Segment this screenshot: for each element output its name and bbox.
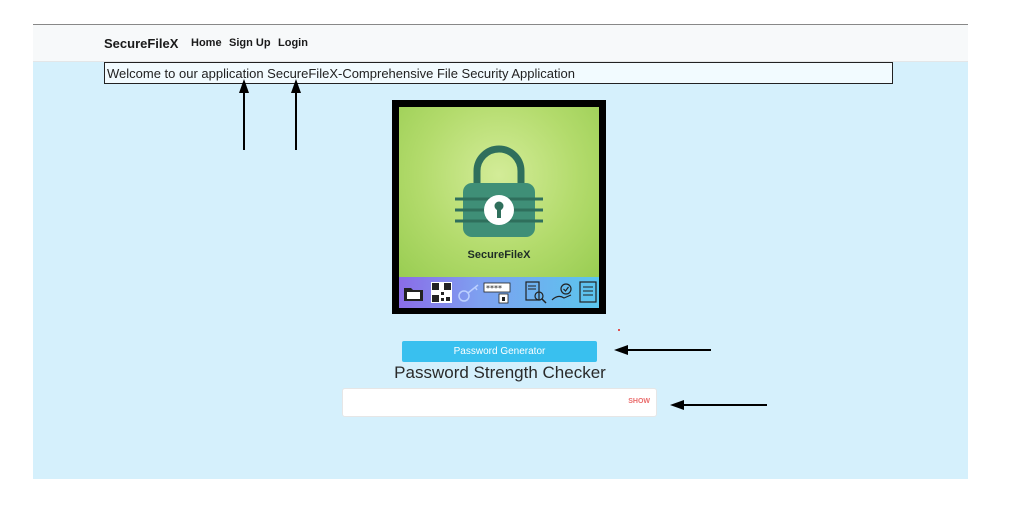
show-password-toggle[interactable]: SHOW xyxy=(628,398,650,405)
password-field: SHOW xyxy=(342,388,657,417)
secure-hand-icon xyxy=(551,283,572,301)
folder-icon xyxy=(404,288,423,301)
app-logo-image: SecureFileX **** xyxy=(392,100,606,314)
nav-signup-link[interactable]: Sign Up xyxy=(229,37,271,49)
logo-caption: SecureFileX xyxy=(467,249,531,261)
document-icon xyxy=(579,281,597,303)
stray-dot xyxy=(618,329,620,331)
app-viewport: SecureFileX Home Sign Up Login Welcome t… xyxy=(33,25,968,479)
welcome-banner: Welcome to our application SecureFileX-C… xyxy=(104,62,893,84)
nav-login-link[interactable]: Login xyxy=(278,37,308,49)
padlock-icon xyxy=(455,145,543,237)
password-icon: **** xyxy=(483,282,511,304)
document-search-icon xyxy=(525,281,547,304)
navbar: SecureFileX Home Sign Up Login xyxy=(33,25,968,62)
password-input[interactable] xyxy=(347,393,626,415)
key-icon xyxy=(458,284,479,302)
nav-home-link[interactable]: Home xyxy=(191,37,222,49)
logo-icon-strip: **** xyxy=(399,277,599,308)
logo-background: SecureFileX xyxy=(399,107,599,277)
qr-code-icon xyxy=(431,282,452,303)
brand-logo[interactable]: SecureFileX xyxy=(104,36,178,51)
svg-text:****: **** xyxy=(486,284,502,293)
strength-checker-title: Password Strength Checker xyxy=(394,363,606,382)
password-generator-button[interactable]: Password Generator xyxy=(402,341,597,362)
